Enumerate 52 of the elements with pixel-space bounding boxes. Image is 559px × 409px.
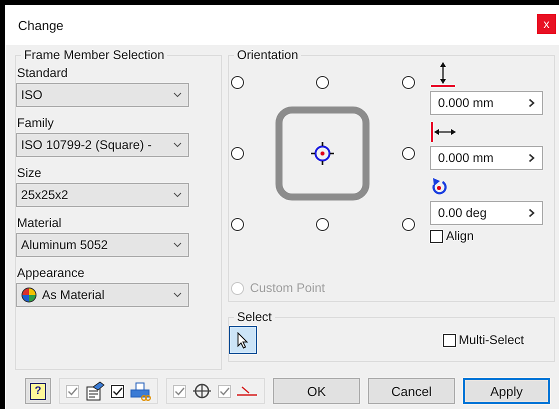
select-button[interactable] [229,326,257,354]
dialog-button[interactable]: OK [273,378,360,404]
field-label: Appearance [17,266,86,280]
cursor-icon [237,332,249,348]
checkbox-label: Align [446,229,474,243]
input-field[interactable]: 0.00 deg [430,201,543,225]
input-field[interactable]: 0.000 mm [430,91,543,115]
vertical-offset-icon [430,60,456,88]
chevron-icon [173,92,182,98]
group-title: Frame Member Selection [23,48,166,62]
chevron-icon [528,208,534,218]
window-title: Change [18,18,64,32]
radio-button[interactable] [402,218,414,230]
chevron-icon [173,142,182,148]
horizontal-offset-icon [430,121,458,143]
chevron-icon [173,242,182,248]
color-wheel-icon [21,287,37,303]
radio-button[interactable] [402,146,414,160]
dropdown[interactable]: ISO [16,83,189,107]
radio-button[interactable] [230,76,244,88]
dropdown[interactable]: Aluminum 5052 [16,233,189,257]
checkbox[interactable] [111,384,124,398]
checkbox[interactable] [442,334,456,346]
field-label: Family [17,116,55,130]
field-label: Size [17,166,42,180]
field-label: Material [17,216,62,230]
properties-icon [84,381,106,401]
close-button[interactable]: x [537,14,556,34]
crosshair-icon [191,381,213,401]
group-title: Orientation [236,48,300,62]
dialog-button[interactable]: Cancel [368,378,455,404]
chevron-icon [173,192,182,198]
chevron-icon [173,292,182,298]
group-title: Select [236,310,273,324]
chevron-icon [528,98,534,108]
dropdown[interactable]: As Material [16,283,189,307]
radio-label: Custom Point [250,281,326,295]
checkbox-label: Multi-Select [458,333,524,347]
dialog-button[interactable]: Apply [463,378,550,404]
field-label: Standard [17,66,69,80]
radio-button[interactable] [230,218,244,230]
radio-button[interactable] [316,76,329,88]
dropdown[interactable]: 25x25x2 [16,183,189,207]
radio-button[interactable] [230,146,244,160]
chevron-icon [528,153,534,163]
radio-button[interactable] [316,218,329,230]
checkbox[interactable] [430,230,443,242]
help-button[interactable]: ? [25,378,51,404]
input-field[interactable]: 0.000 mm [430,146,543,170]
dropdown[interactable]: ISO 10799-2 (Square) - [16,133,189,157]
radio-button[interactable] [402,76,414,88]
printer-icon [129,381,151,401]
